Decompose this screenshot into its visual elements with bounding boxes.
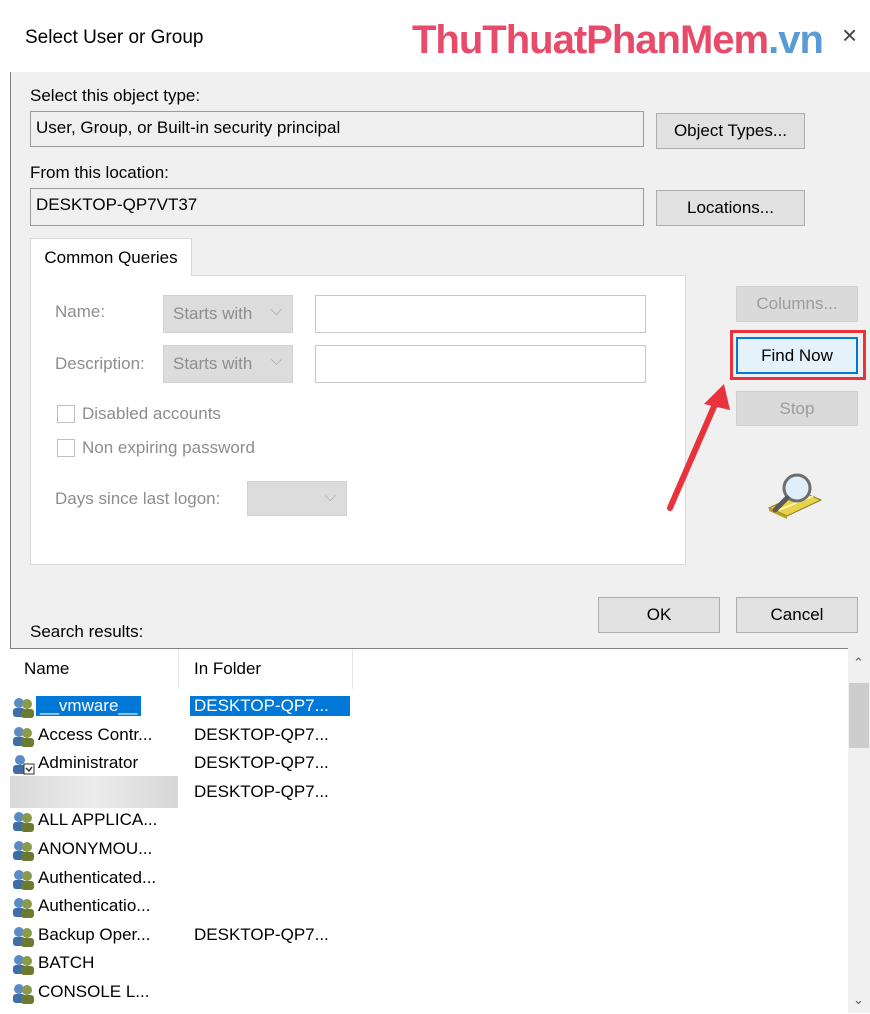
row-name: Access Contr...: [38, 724, 153, 744]
row-folder: DESKTOP-QP7...: [194, 724, 329, 744]
watermark-tail: .vn: [768, 18, 824, 62]
disabled-accounts-checkbox[interactable]: [57, 405, 75, 423]
scroll-up-icon[interactable]: ⌃: [853, 655, 864, 671]
list-item[interactable]: Administrator DESKTOP-QP7...: [10, 750, 810, 778]
group-icon: [10, 953, 36, 976]
chevron-down-icon: ⌵: [324, 488, 336, 505]
window-title: Select User or Group: [25, 27, 204, 48]
name-mode-select[interactable]: Starts with ⌵: [163, 295, 293, 333]
close-icon[interactable]: ×: [842, 22, 857, 48]
list-item[interactable]: Access Contr... DESKTOP-QP7...: [10, 722, 810, 750]
list-item[interactable]: DESKTOP-QP7...: [10, 779, 810, 807]
cancel-button[interactable]: Cancel: [736, 597, 858, 633]
annotation-arrow-icon: [667, 384, 730, 511]
disabled-accounts-label: Disabled accounts: [82, 404, 221, 423]
days-since-logon-select[interactable]: ⌵: [247, 481, 347, 516]
description-mode-select[interactable]: Starts with ⌵: [163, 345, 293, 383]
row-folder: DESKTOP-QP7...: [194, 753, 329, 773]
columns-button[interactable]: Columns...: [736, 286, 858, 322]
group-icon: [10, 725, 36, 747]
group-icon: [10, 896, 36, 919]
list-item[interactable]: Authenticated...: [10, 865, 810, 893]
object-types-button[interactable]: Object Types...: [656, 113, 805, 149]
row-name: Authenticatio...: [38, 896, 151, 916]
chevron-down-icon: ⌵: [270, 302, 282, 319]
name-mode-value: Starts with: [173, 304, 253, 323]
row-name: Backup Oper...: [38, 924, 151, 944]
find-now-highlight: [730, 330, 866, 380]
row-folder: DESKTOP-QP7...: [194, 781, 329, 801]
stop-button[interactable]: Stop: [736, 391, 858, 426]
list-item[interactable]: CONSOLE L...: [10, 979, 810, 1007]
location-field: DESKTOP-QP7VT37: [30, 188, 644, 226]
location-label: From this location:: [30, 163, 169, 182]
search-magnifier-icon: [767, 473, 823, 519]
list-item[interactable]: ANONYMOU...: [10, 836, 810, 864]
group-icon: [10, 839, 36, 861]
non-expiring-checkbox[interactable]: [57, 439, 75, 457]
non-expiring-label: Non expiring password: [82, 438, 255, 457]
list-item[interactable]: BATCH: [10, 950, 810, 978]
row-name: Authenticated...: [38, 867, 157, 887]
row-name: ANONYMOU...: [38, 839, 153, 858]
row-name: BATCH: [38, 953, 95, 973]
name-label: Name:: [55, 302, 106, 321]
user-icon: [10, 753, 36, 775]
list-item[interactable]: ALL APPLICA...: [10, 807, 810, 835]
list-item[interactable]: __vmware__ DESKTOP-QP7...: [10, 693, 810, 721]
group-icon: [10, 696, 36, 718]
scroll-down-icon[interactable]: ⌄: [853, 992, 864, 1008]
locations-button[interactable]: Locations...: [656, 190, 805, 226]
description-input[interactable]: [315, 345, 646, 383]
row-name: CONSOLE L...: [38, 982, 150, 1001]
ok-button[interactable]: OK: [598, 597, 720, 633]
row-name: Administrator: [38, 753, 139, 773]
list-item[interactable]: Backup Oper... DESKTOP-QP7...: [10, 922, 810, 950]
description-label: Description:: [55, 354, 145, 373]
row-name: __vmware__: [36, 696, 142, 716]
object-type-field: User, Group, or Built-in security princi…: [30, 111, 644, 147]
scrollbar-thumb[interactable]: [849, 683, 869, 748]
row-folder: DESKTOP-QP7...: [194, 924, 329, 944]
tab-common-queries[interactable]: Common Queries: [30, 238, 192, 276]
column-header-in-folder[interactable]: In Folder: [194, 659, 261, 679]
description-mode-value: Starts with: [173, 354, 253, 373]
column-divider[interactable]: [352, 649, 353, 689]
chevron-down-icon: ⌵: [270, 352, 282, 369]
row-folder: DESKTOP-QP7...: [190, 696, 350, 716]
row-name: ALL APPLICA...: [38, 810, 158, 830]
search-results-label: Search results:: [30, 622, 144, 641]
watermark-main: ThuThuatPhanMem: [412, 18, 769, 62]
name-input[interactable]: [315, 295, 646, 333]
group-icon: [10, 810, 36, 833]
days-since-logon-label: Days since last logon:: [55, 489, 221, 508]
group-icon: [10, 925, 36, 947]
object-type-label: Select this object type:: [30, 86, 201, 105]
watermark: ThuThuatPhanMem.vn: [412, 18, 824, 63]
group-icon: [10, 868, 36, 890]
group-icon: [10, 982, 36, 1004]
column-divider[interactable]: [178, 649, 179, 689]
list-item[interactable]: Authenticatio...: [10, 893, 810, 921]
column-header-name[interactable]: Name: [24, 659, 69, 679]
